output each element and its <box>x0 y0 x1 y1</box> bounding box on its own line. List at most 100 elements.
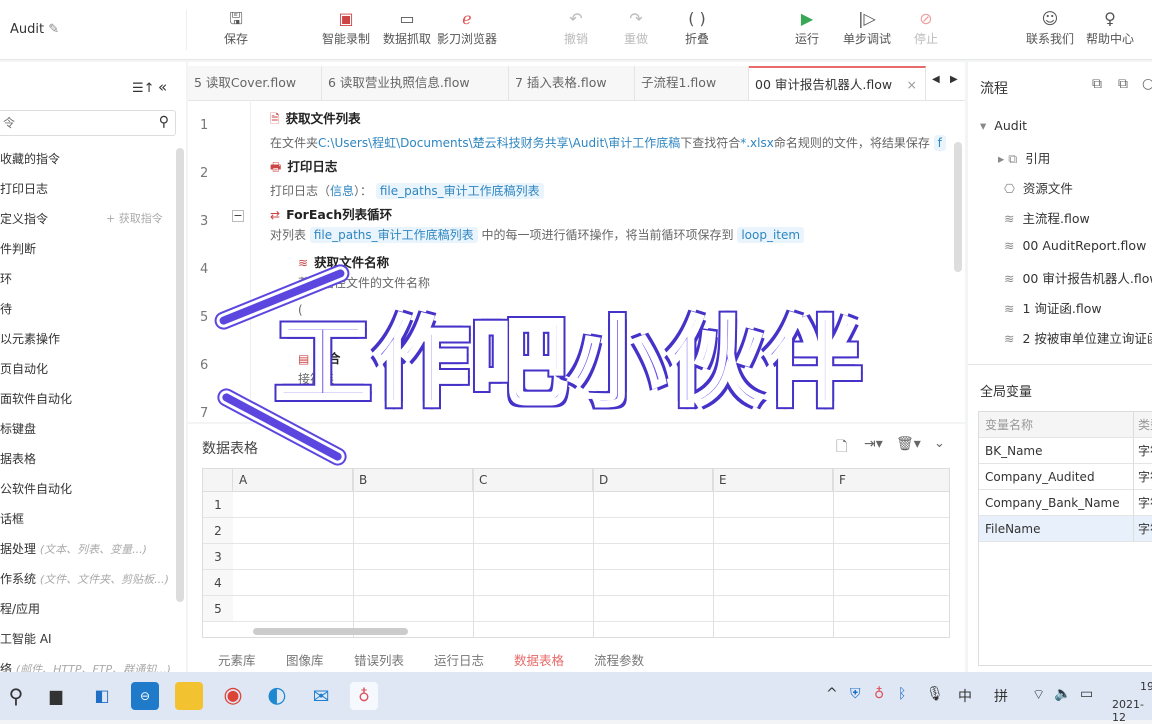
column-header[interactable]: A <box>233 469 353 492</box>
collapse-icon[interactable]: « <box>158 78 167 96</box>
command-category[interactable]: 作系统 (文件、文件夹、剪贴板...) <box>0 570 169 587</box>
variable-chip[interactable]: file_paths_审计工作底稿列表 <box>375 183 544 199</box>
undo-button[interactable]: ↶ 撤销 <box>564 8 588 47</box>
command-search[interactable]: ⚲ <box>0 110 176 136</box>
grid-row[interactable] <box>233 518 949 544</box>
ime-pinyin[interactable]: 拼 <box>994 686 1008 706</box>
flow-icon[interactable]: ≋ <box>1004 301 1014 316</box>
yingdao-icon[interactable]: ♁ <box>350 682 378 710</box>
chevron-up-icon[interactable]: ^ <box>826 686 838 702</box>
horizontal-scrollbar[interactable] <box>253 628 408 635</box>
edit-icon[interactable]: ✎ <box>48 22 59 37</box>
widgets-icon[interactable]: ◧ <box>88 682 116 710</box>
bottom-tab[interactable]: 运行日志 <box>434 650 484 669</box>
grid-row[interactable] <box>233 570 949 596</box>
refresh-icon[interactable]: ○ <box>1142 76 1152 92</box>
tree-item[interactable]: ≋ 00 审计报告机器人.flow <box>1004 268 1152 287</box>
tree-item[interactable]: ≋ 00 AuditReport.flow <box>1004 238 1146 253</box>
defender-icon[interactable]: ⛨ <box>850 686 861 702</box>
tab-0[interactable]: 5 读取Cover.flow <box>188 66 322 100</box>
column-header[interactable]: C <box>473 469 593 492</box>
step-debug-button[interactable]: |▷ 单步调试 <box>843 8 891 47</box>
search-input[interactable] <box>3 112 143 134</box>
mail-icon[interactable]: ✉ <box>307 682 335 710</box>
variable-chip[interactable]: f <box>933 135 946 151</box>
command-category[interactable]: 待 <box>0 300 12 317</box>
grid-row[interactable] <box>233 544 949 570</box>
ime-mode[interactable]: 中 <box>958 686 972 706</box>
collapse-toggle[interactable]: − <box>232 210 244 222</box>
add-subflow-icon[interactable]: ⧉ <box>1118 76 1128 92</box>
row-header[interactable]: 4 <box>203 570 233 596</box>
row-header[interactable]: 2 <box>203 518 233 544</box>
expand-icon[interactable]: ▾ <box>980 118 986 133</box>
column-header[interactable]: E <box>713 469 833 492</box>
battery-icon[interactable]: ▭ <box>1080 686 1093 702</box>
var-row[interactable]: BK_Name 字符 <box>979 438 1152 464</box>
flow-icon[interactable]: ≋ <box>1004 331 1014 346</box>
command-category[interactable]: 面软件自动化 <box>0 390 72 407</box>
yingdao-tray-icon[interactable]: ♁ <box>874 686 884 702</box>
chrome-icon[interactable]: ◉ <box>219 682 247 710</box>
command-category[interactable]: 收藏的指令 <box>0 150 60 167</box>
capture-button[interactable]: ▭ 数据抓取 <box>383 8 431 47</box>
record-button[interactable]: ▣ 智能录制 <box>322 8 370 47</box>
clock-time[interactable]: 19 <box>1140 680 1152 693</box>
tab-3[interactable]: 子流程1.flow <box>635 66 749 100</box>
var-row[interactable]: Company_Audited 字符 <box>979 464 1152 490</box>
command-category[interactable]: 据表格 <box>0 450 36 467</box>
flow-icon[interactable]: ≋ <box>1004 238 1014 253</box>
help-button[interactable]: ♀ 帮助中心 <box>1086 8 1134 47</box>
command-category[interactable]: 打印日志 <box>0 180 48 197</box>
tab-1[interactable]: 6 读取营业执照信息.flow <box>322 66 509 100</box>
flow-icon[interactable]: ≋ <box>1004 271 1014 286</box>
tab-2[interactable]: 7 插入表格.flow <box>509 66 635 100</box>
import-icon[interactable]: ⇥▾ <box>864 436 883 452</box>
row-header[interactable]: 1 <box>203 492 233 518</box>
dell-icon[interactable]: ⊖ <box>131 682 159 710</box>
close-icon[interactable]: × <box>907 68 917 100</box>
command-category[interactable]: 环 <box>0 270 12 287</box>
row-header[interactable]: 3 <box>203 544 233 570</box>
bottom-tab[interactable]: 元素库 <box>218 650 256 669</box>
redo-button[interactable]: ↷ 重做 <box>624 8 648 47</box>
tree-item[interactable]: ▾ Audit <box>980 118 1027 133</box>
flow-icon[interactable]: ≋ <box>1004 211 1014 226</box>
command-category[interactable]: 件判断 <box>0 240 36 257</box>
grid-row[interactable] <box>233 596 949 622</box>
command-category[interactable]: 工智能 AI <box>0 630 52 647</box>
tree-item[interactable]: ≋ 1 询证函.flow <box>1004 298 1102 317</box>
editor-scrollbar[interactable] <box>954 142 962 272</box>
command-category[interactable]: 标键盘 <box>0 420 36 437</box>
new-file-icon[interactable]: 🗋 <box>836 436 847 460</box>
flow-step[interactable]: 🖶 打印日志 打印日志（信息）： file_paths_审计工作底稿列表 <box>270 156 544 199</box>
tree-item[interactable]: ≋ 2 按被审单位建立询证函 <box>1004 328 1152 347</box>
chevron-down-icon[interactable]: ⌄ <box>934 436 945 451</box>
fold-button[interactable]: ( ) 折叠 <box>685 8 709 47</box>
contact-button[interactable]: ☺ 联系我们 <box>1026 8 1074 47</box>
bottom-tab[interactable]: 错误列表 <box>354 650 404 669</box>
sort-icon[interactable]: ☰↑ <box>132 81 155 96</box>
volume-icon[interactable]: 🔈 <box>1054 686 1071 702</box>
clock-date[interactable]: 2021-12 <box>1112 698 1152 724</box>
variable-chip[interactable]: file_paths_审计工作底稿列表 <box>309 227 478 243</box>
stop-button[interactable]: ⊘ 停止 <box>914 8 938 47</box>
command-category[interactable]: 公软件自动化 <box>0 480 72 497</box>
bluetooth-icon[interactable]: ᛒ <box>898 686 906 702</box>
bottom-tab[interactable]: 数据表格 <box>514 650 565 674</box>
file-explorer-icon[interactable] <box>175 682 203 710</box>
tree-item[interactable]: ▸ ⧉ 引用 <box>998 148 1050 167</box>
var-row[interactable]: Company_Bank_Name 字符 <box>979 490 1152 516</box>
browser-button[interactable]: ℯ 影刀浏览器 <box>437 8 497 47</box>
tab-scroll-left-icon[interactable]: ◀ <box>932 74 940 85</box>
flow-step[interactable]: 🗎 获取文件列表 在文件夹C:\Users\程虹\Documents\楚云科技财务共… <box>270 108 946 151</box>
search-icon[interactable]: ⚲ <box>159 114 169 130</box>
command-category[interactable]: 以元素操作 <box>0 330 60 347</box>
delete-icon[interactable]: 🗑▾ <box>896 436 921 452</box>
command-category[interactable]: 话框 <box>0 510 24 527</box>
command-category[interactable]: 据处理 (文本、列表、变量...) <box>0 540 147 557</box>
search-icon[interactable]: ⚲ <box>2 682 30 710</box>
row-header[interactable]: 5 <box>203 596 233 622</box>
var-row[interactable]: FileName 字符 <box>979 516 1152 542</box>
tree-item[interactable]: ≋ 主流程.flow <box>1004 208 1090 227</box>
